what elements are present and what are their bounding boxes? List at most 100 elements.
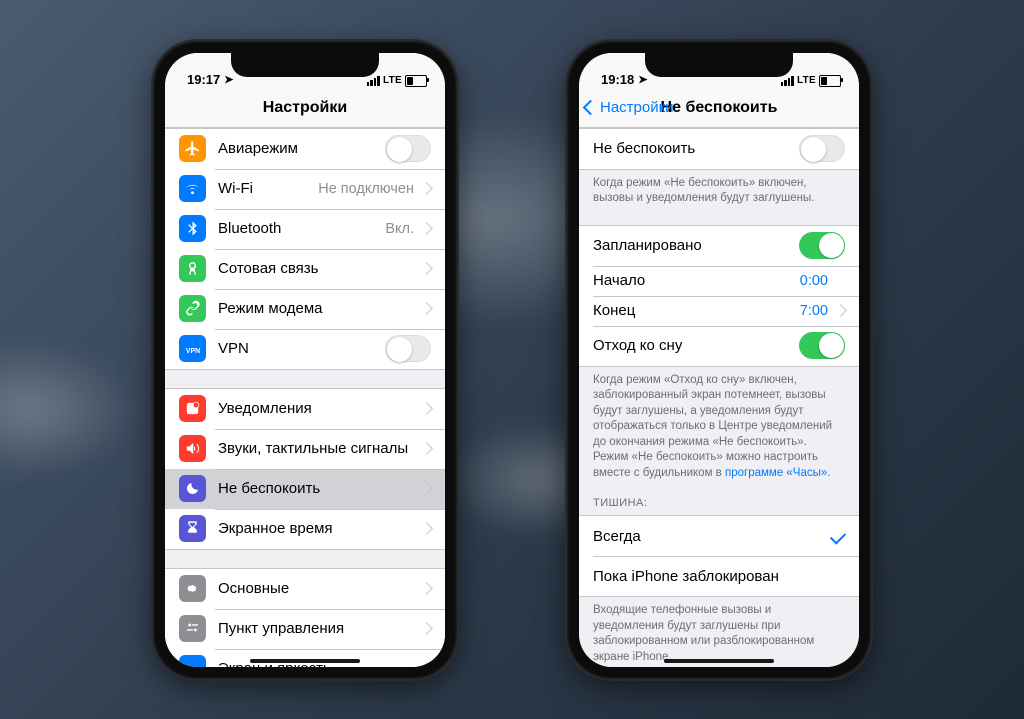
- row-dnd[interactable]: Не беспокоить: [579, 128, 859, 170]
- row-notifications[interactable]: Уведомления: [165, 388, 445, 429]
- row-label: Пока iPhone заблокирован: [593, 568, 845, 585]
- switch-airplane[interactable]: [385, 135, 431, 162]
- row-value: Не подключен: [318, 181, 414, 197]
- airplane-icon: [179, 135, 206, 162]
- row-sounds[interactable]: Звуки, тактильные сигналы: [165, 429, 445, 469]
- home-indicator[interactable]: [250, 659, 360, 663]
- page-title: Настройки: [263, 99, 347, 117]
- hourglass-icon: [179, 515, 206, 542]
- link-icon: [179, 295, 206, 322]
- phone-left: 19:17 ➤ LTE Настройки Авиарежим Wi-Fi Не п…: [153, 41, 457, 679]
- row-label: Всегда: [593, 528, 823, 545]
- row-hotspot[interactable]: Режим модема: [165, 289, 445, 329]
- row-dnd[interactable]: Не беспокоить: [165, 469, 445, 509]
- row-label: Сотовая связь: [218, 260, 414, 277]
- chevron-right-icon: [420, 222, 433, 235]
- chevron-right-icon: [420, 262, 433, 275]
- row-label: Основные: [218, 580, 414, 597]
- phone-right: 19:18 ➤ LTE Настройки Не беспокоить: [567, 41, 871, 679]
- row-display[interactable]: AAЭкран и яркость: [165, 649, 445, 667]
- chevron-right-icon: [420, 442, 433, 455]
- footer-silence: Входящие телефонные вызовы и уведомления…: [579, 597, 859, 666]
- row-label: VPN: [218, 340, 385, 357]
- row-screentime[interactable]: Экранное время: [165, 509, 445, 550]
- row-label: Авиарежим: [218, 140, 385, 157]
- chevron-right-icon: [420, 402, 433, 415]
- svg-text:VPN: VPN: [186, 348, 200, 355]
- row-cellular[interactable]: Сотовая связь: [165, 249, 445, 289]
- row-to[interactable]: Конец 7:00: [579, 296, 859, 326]
- location-arrow-icon: ➤: [638, 73, 647, 86]
- location-arrow-icon: ➤: [224, 73, 233, 86]
- footer-text: .: [827, 467, 830, 479]
- header-silence: ТИШИНА:: [579, 483, 859, 515]
- row-vpn[interactable]: VPN VPN: [165, 329, 445, 370]
- chevron-right-icon: [420, 182, 433, 195]
- home-indicator[interactable]: [664, 659, 774, 663]
- row-value: 0:00: [800, 273, 828, 289]
- switch-dnd[interactable]: [799, 135, 845, 162]
- row-controlcenter[interactable]: Пункт управления: [165, 609, 445, 649]
- carrier-label: LTE: [383, 75, 402, 86]
- dnd-settings[interactable]: Не беспокоить Когда режим «Не беспокоить…: [579, 128, 859, 667]
- row-bedtime[interactable]: Отход ко сну: [579, 326, 859, 367]
- row-label: Отход ко сну: [593, 337, 799, 354]
- status-time: 19:17: [187, 72, 220, 87]
- row-bluetooth[interactable]: Bluetooth Вкл.: [165, 209, 445, 249]
- row-label: Не беспокоить: [218, 480, 414, 497]
- row-label: Экранное время: [218, 520, 414, 537]
- row-label: Не беспокоить: [593, 140, 799, 157]
- vpn-icon: VPN: [179, 335, 206, 362]
- footer-text: Когда режим «Отход ко сну» включен, забл…: [593, 374, 832, 479]
- chevron-right-icon: [420, 582, 433, 595]
- row-wifi[interactable]: Wi-Fi Не подключен: [165, 169, 445, 209]
- antenna-icon: [179, 255, 206, 282]
- row-label: Wi-Fi: [218, 180, 312, 197]
- page-title: Не беспокоить: [661, 99, 778, 117]
- gear-icon: [179, 575, 206, 602]
- row-label: Начало: [593, 272, 794, 289]
- switch-bedtime[interactable]: [799, 332, 845, 359]
- row-label: Уведомления: [218, 400, 414, 417]
- battery-icon: [819, 75, 841, 87]
- row-scheduled[interactable]: Запланировано: [579, 225, 859, 266]
- row-value: Вкл.: [385, 221, 414, 237]
- screen-left: 19:17 ➤ LTE Настройки Авиарежим Wi-Fi Не п…: [165, 53, 445, 667]
- battery-icon: [405, 75, 427, 87]
- back-label: Настройки: [600, 99, 674, 116]
- row-label: Пункт управления: [218, 620, 414, 637]
- signal-icon: [367, 76, 380, 86]
- signal-icon: [781, 76, 794, 86]
- status-time: 19:18: [601, 72, 634, 87]
- notify-icon: [179, 395, 206, 422]
- notch: [645, 53, 793, 77]
- row-always[interactable]: Всегда: [579, 515, 859, 556]
- chevron-left-icon: [583, 100, 599, 116]
- text-size-icon: AA: [179, 655, 206, 667]
- switch-scheduled[interactable]: [799, 232, 845, 259]
- sliders-icon: [179, 615, 206, 642]
- row-airplane[interactable]: Авиарежим: [165, 128, 445, 169]
- bluetooth-icon: [179, 215, 206, 242]
- chevron-right-icon: [420, 622, 433, 635]
- switch-vpn[interactable]: [385, 335, 431, 362]
- nav-bar: Настройки: [165, 89, 445, 128]
- row-label: Режим модема: [218, 300, 414, 317]
- row-value: 7:00: [800, 303, 828, 319]
- footer-dnd: Когда режим «Не беспокоить» включен, выз…: [579, 170, 859, 209]
- chevron-right-icon: [420, 662, 433, 666]
- row-label: Конец: [593, 302, 794, 319]
- row-label: Bluetooth: [218, 220, 379, 237]
- row-general[interactable]: Основные: [165, 568, 445, 609]
- carrier-label: LTE: [797, 75, 816, 86]
- settings-list[interactable]: Авиарежим Wi-Fi Не подключен Bluetooth Вкл. С…: [165, 128, 445, 667]
- footer-bedtime: Когда режим «Отход ко сну» включен, забл…: [579, 367, 859, 484]
- chevron-right-icon: [420, 522, 433, 535]
- clock-app-link[interactable]: программе «Часы»: [725, 467, 827, 479]
- row-label: Звуки, тактильные сигналы: [218, 440, 414, 457]
- chevron-right-icon: [420, 482, 433, 495]
- row-locked[interactable]: Пока iPhone заблокирован: [579, 556, 859, 597]
- row-from[interactable]: Начало 0:00: [579, 266, 859, 296]
- back-button[interactable]: Настройки: [585, 89, 674, 127]
- chevron-right-icon: [834, 304, 847, 317]
